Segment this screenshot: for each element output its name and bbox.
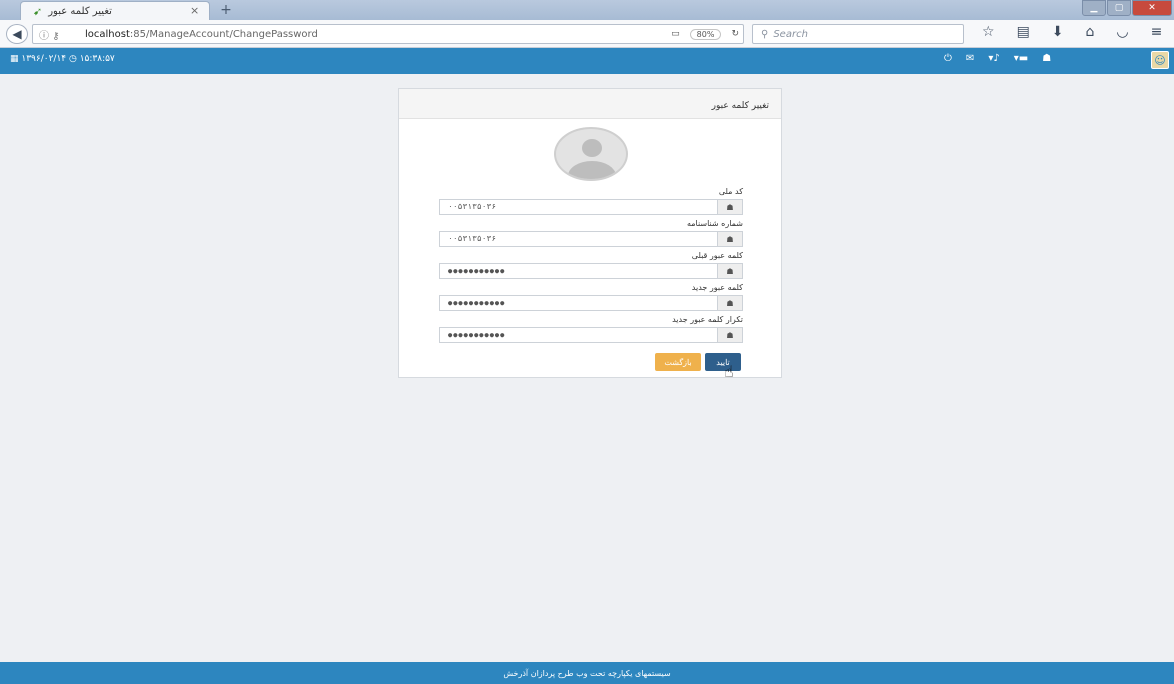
panel-title: تغییر کلمه عبور: [399, 89, 781, 119]
tab-close-icon[interactable]: ×: [190, 4, 199, 17]
id-number-input[interactable]: ۰۰۵۳۱۳۵۰۳۶: [439, 231, 717, 247]
search-icon: ⚲: [761, 28, 769, 40]
url-text[interactable]: localhost:85/ManageAccount/ChangePasswor…: [85, 29, 318, 40]
url-host: localhost: [85, 28, 130, 40]
old-password-label: کلمه عبور قبلی: [691, 251, 743, 260]
hand-cursor-icon: ☝: [724, 362, 734, 381]
clipboard-icon[interactable]: ▤: [1017, 24, 1030, 40]
repeat-password-input[interactable]: ●●●●●●●●●●●: [439, 327, 717, 343]
header-datetime: ▦ ۱۳۹۶/۰۲/۱۴ ◷ ۱۵:۳۸:۵۷: [10, 54, 115, 64]
power-icon[interactable]: ⏻: [944, 53, 952, 64]
search-placeholder: Search: [773, 28, 808, 40]
download-icon[interactable]: ⬇: [1052, 24, 1064, 40]
user-icon: ☗: [717, 231, 743, 247]
old-password-input[interactable]: ●●●●●●●●●●●: [439, 263, 717, 279]
key-icon: ⚷: [52, 30, 60, 42]
browser-navbar: ◀ ⓘ ⚷ localhost:85/ManageAccount/ChangeP…: [0, 20, 1174, 48]
reload-icon[interactable]: ↻: [731, 29, 739, 39]
id-number-label: شماره شناسنامه: [686, 219, 743, 228]
id-number-field: شماره شناسنامه ۰۰۵۳۱۳۵۰۳۶ ☗: [439, 219, 743, 247]
avatar[interactable]: ☺: [1151, 51, 1169, 69]
close-window-button[interactable]: ✕: [1132, 0, 1172, 16]
change-password-panel: تغییر کلمه عبور کد ملی ۰۰۵۳۱۳۵۰۳۶ ☗ شمار…: [398, 88, 782, 378]
national-code-label: کد ملی: [718, 187, 743, 196]
footer: سیستمهای یکپارچه تحت وب طرح پردازان آذرخ…: [0, 662, 1174, 684]
home-icon[interactable]: ⌂: [1086, 24, 1095, 40]
address-bar[interactable]: ⓘ ⚷ localhost:85/ManageAccount/ChangePas…: [32, 24, 744, 44]
back-button[interactable]: ◀: [6, 24, 28, 44]
browser-tab[interactable]: ➹ تغییر کلمه عبور: [20, 1, 210, 20]
menu-icon[interactable]: ≡: [1151, 24, 1163, 40]
new-password-field: کلمه عبور جدید ●●●●●●●●●●● ☗: [439, 283, 743, 311]
url-path: :85/ManageAccount/ChangePassword: [129, 28, 318, 40]
profile-avatar: [554, 127, 628, 181]
maximize-button[interactable]: ▢: [1107, 0, 1131, 16]
tab-title: تغییر کلمه عبور: [48, 5, 112, 17]
repeat-password-field: تکرار کلمه عبور جدید ●●●●●●●●●●● ☗: [439, 315, 743, 343]
pocket-icon[interactable]: ◡: [1116, 24, 1128, 40]
info-icon: ⓘ: [39, 30, 49, 42]
search-input[interactable]: ⚲ Search: [752, 24, 964, 44]
repeat-password-label: تکرار کلمه عبور جدید: [672, 315, 743, 324]
bookmark-star-icon[interactable]: ☆: [982, 24, 995, 40]
national-code-input[interactable]: ۰۰۵۳۱۳۵۰۳۶: [439, 199, 717, 215]
site-info-icons[interactable]: ⓘ ⚷: [33, 27, 85, 42]
inbox-icon[interactable]: ▾▬: [1014, 53, 1028, 64]
user-icon[interactable]: ☗: [1042, 53, 1051, 64]
reader-icon[interactable]: ▭: [671, 29, 680, 39]
user-icon: ☗: [717, 263, 743, 279]
new-password-label: کلمه عبور جدید: [691, 283, 743, 292]
new-password-input[interactable]: ●●●●●●●●●●●: [439, 295, 717, 311]
datetime-text: ۱۳۹۶/۰۲/۱۴ ◷ ۱۵:۳۸:۵۷: [21, 54, 115, 64]
tab-favicon-icon: ➹: [33, 4, 43, 18]
back-button[interactable]: بازگشت: [655, 353, 701, 371]
back-arrow-icon: ◀: [12, 27, 22, 41]
calendar-icon: ▦: [10, 54, 19, 64]
bell-icon[interactable]: ▾♪: [988, 53, 999, 64]
minimize-button[interactable]: ▁: [1082, 0, 1106, 16]
user-icon: ☗: [717, 327, 743, 343]
app-header: ▦ ۱۳۹۶/۰۲/۱۴ ◷ ۱۵:۳۸:۵۷ ⏻ ✉ ▾♪ ▾▬ ☗ ☺: [0, 48, 1174, 74]
browser-tab-strip: ➹ تغییر کلمه عبور × + ▁ ▢ ✕: [0, 0, 1174, 20]
new-tab-button[interactable]: +: [215, 2, 237, 18]
old-password-field: کلمه عبور قبلی ●●●●●●●●●●● ☗: [439, 251, 743, 279]
national-code-field: کد ملی ۰۰۵۳۱۳۵۰۳۶ ☗: [439, 187, 743, 215]
user-icon: ☗: [717, 199, 743, 215]
mail-icon[interactable]: ✉: [966, 53, 974, 64]
user-icon: ☗: [717, 295, 743, 311]
zoom-level[interactable]: 80%: [689, 28, 722, 40]
